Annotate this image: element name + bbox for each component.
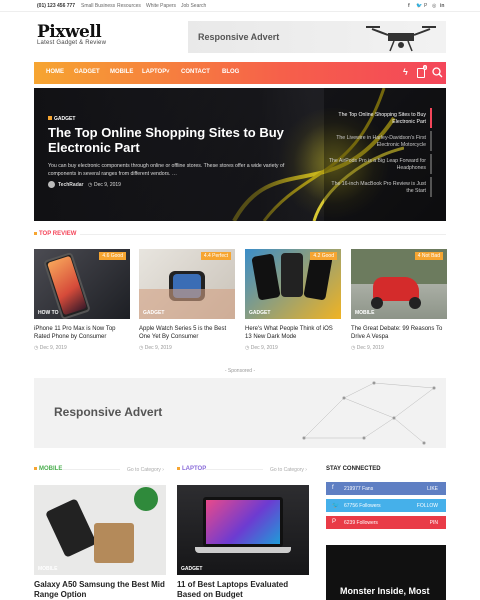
advert-label: Responsive Advert: [198, 32, 280, 42]
review-card-date-1: ◷ Dec 9, 2019: [34, 345, 67, 351]
laptop-post-image[interactable]: GADGET: [177, 485, 309, 575]
mobile-post-title[interactable]: Galaxy A50 Samsung the Best Mid Range Op…: [34, 580, 166, 600]
section-title-mobile: MOBILE: [34, 466, 62, 472]
logo-tagline: Latest Gadget & Review: [37, 40, 107, 46]
section-title-top-review: TOP REVIEW: [34, 231, 76, 237]
facebook-icon: f: [332, 485, 334, 491]
bookmark-count: 0: [423, 65, 428, 70]
hero-side-indicator: [430, 108, 432, 128]
rating-badge: 4 Not Bad: [414, 252, 443, 260]
top-bar: (01) 123 456 777 Small Business Resource…: [0, 0, 480, 12]
card-category[interactable]: MOBILE: [355, 310, 374, 316]
review-card-image-2[interactable]: 4.4 Perfect GADGET: [139, 249, 235, 319]
rating-badge: 4.6 Good: [99, 252, 126, 260]
rating-badge: 4.4 Perfect: [200, 252, 231, 260]
card-category[interactable]: GADGET: [181, 566, 202, 572]
hero-featured[interactable]: GADGET The Top Online Shopping Sites to …: [34, 88, 446, 221]
phone-number: (01) 123 456 777: [37, 3, 76, 9]
avatar: [48, 181, 55, 188]
nav-gadget[interactable]: GADGET: [74, 69, 100, 75]
hero-side-item-4[interactable]: The 16-inch MacBook Pro Review is Just t…: [328, 181, 426, 195]
topbar-link-small-business[interactable]: Small Business: [81, 3, 115, 9]
review-card-date-3: ◷ Dec 9, 2019: [245, 345, 278, 351]
pinterest-icon[interactable]: P: [424, 3, 427, 9]
advert-banner-middle[interactable]: Responsive Advert: [34, 378, 446, 448]
search-icon[interactable]: [432, 67, 443, 78]
card-category[interactable]: GADGET: [143, 310, 164, 316]
clock-icon: ◷: [88, 182, 93, 188]
nav-mobile[interactable]: MOBILE: [110, 69, 133, 75]
hero-description: You can buy electronic components throug…: [48, 163, 285, 177]
nav-contact[interactable]: CONTACT: [181, 69, 210, 75]
advert-label: Responsive Advert: [54, 405, 163, 419]
sidebar-feature-title: Monster Inside, Most: [340, 586, 430, 596]
social-twitter[interactable]: 🐦 67756 Followers FOLLOW: [326, 499, 446, 512]
hero-side-item-3[interactable]: The AirPods Pro is a Big Leap Forward fo…: [328, 158, 426, 172]
hero-author: TechRadar: [58, 182, 84, 188]
hero-date: Dec 9, 2019: [94, 182, 121, 188]
sponsored-label: - Sponsored -: [224, 368, 256, 374]
topbar-link-resources[interactable]: Resources: [117, 3, 141, 9]
review-card-image-1[interactable]: 4.6 Good HOW TO: [34, 249, 130, 319]
linkedin-icon[interactable]: in: [440, 3, 444, 9]
review-card-image-3[interactable]: 4.2 Good GADGET: [245, 249, 341, 319]
review-card-title-4[interactable]: The Great Debate: 99 Reasons To Drive A …: [351, 325, 447, 341]
hero-side-item-1[interactable]: The Top Online Shopping Sites to Buy Ele…: [328, 112, 426, 126]
site-logo[interactable]: Pixwell Latest Gadget & Review: [37, 22, 106, 46]
goto-category-laptop[interactable]: Go to Category ›: [270, 467, 307, 473]
social-pinterest[interactable]: P 6239 Followers PIN: [326, 516, 446, 529]
review-card-title-2[interactable]: Apple Watch Series 5 is the Best One Yet…: [139, 325, 235, 341]
main-nav: HOME GADGET MOBILE LAPTOP ˅ CONTACT BLOG…: [34, 62, 446, 84]
card-category[interactable]: GADGET: [249, 310, 270, 316]
review-card-date-2: ◷ Dec 9, 2019: [139, 345, 172, 351]
social-facebook[interactable]: f 219977 Fans LIKE: [326, 482, 446, 495]
twitter-icon[interactable]: 🐦: [416, 3, 422, 9]
hero-side-item-2[interactable]: The Livewire in Harley-Davidson's First …: [328, 135, 426, 149]
review-card-title-3[interactable]: Here's What People Think of iOS 13 New D…: [245, 325, 341, 341]
twitter-icon: 🐦: [332, 503, 340, 509]
nav-home[interactable]: HOME: [46, 69, 64, 75]
network-pattern: [302, 381, 436, 445]
logo-name: Pixwell: [37, 22, 102, 42]
section-title-stay-connected: STAY CONNECTED: [326, 466, 381, 472]
topbar-link-job-search[interactable]: Job Search: [181, 3, 206, 9]
goto-category-mobile[interactable]: Go to Category ›: [127, 467, 164, 473]
mobile-post-image[interactable]: MOBILE: [34, 485, 166, 575]
sidebar-feature-box[interactable]: Monster Inside, Most: [326, 545, 446, 600]
lightning-icon[interactable]: ϟ: [403, 67, 408, 77]
review-card-title-1[interactable]: iPhone 11 Pro Max is Now Top Rated Phone…: [34, 325, 130, 341]
drone-icon: [366, 26, 436, 52]
review-card-date-4: ◷ Dec 9, 2019: [351, 345, 384, 351]
topbar-link-white-papers[interactable]: White Papers: [146, 3, 176, 9]
pinterest-icon: P: [332, 519, 337, 525]
hero-title[interactable]: The Top Online Shopping Sites to Buy Ele…: [48, 125, 298, 155]
hero-category[interactable]: GADGET: [48, 116, 75, 122]
card-category[interactable]: HOW TO: [38, 310, 58, 316]
card-category[interactable]: MOBILE: [38, 566, 57, 572]
nav-blog[interactable]: BLOG: [222, 69, 239, 75]
rating-badge: 4.2 Good: [310, 252, 337, 260]
section-title-laptop: LAPTOP: [177, 466, 206, 472]
review-card-image-4[interactable]: 4 Not Bad MOBILE: [351, 249, 447, 319]
facebook-icon[interactable]: f: [408, 3, 410, 9]
chevron-down-icon[interactable]: ˅: [166, 69, 170, 75]
advert-banner-top[interactable]: Responsive Advert: [188, 21, 446, 53]
nav-laptop[interactable]: LAPTOP: [142, 69, 166, 75]
instagram-icon[interactable]: ◎: [432, 3, 436, 9]
laptop-post-title[interactable]: 11 of Best Laptops Evaluated Based on Bu…: [177, 580, 309, 600]
